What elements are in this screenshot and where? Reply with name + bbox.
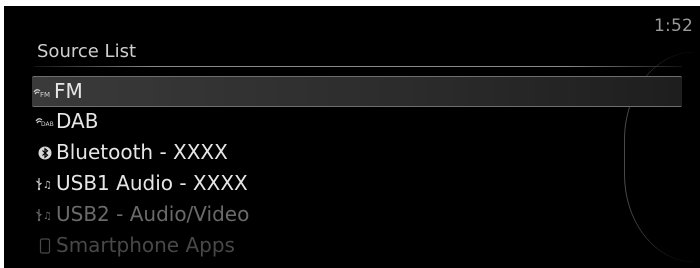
source-item-label: DAB bbox=[56, 109, 99, 133]
svg-text:FM: FM bbox=[40, 91, 50, 99]
fm-radio-icon: FM bbox=[32, 77, 54, 108]
svg-text:♫: ♫ bbox=[43, 180, 52, 191]
bluetooth-icon bbox=[34, 137, 56, 168]
usb-audio-icon: ♫ bbox=[34, 168, 56, 199]
svg-text:DAB: DAB bbox=[41, 121, 54, 128]
dab-radio-icon: DAB bbox=[34, 106, 56, 137]
clock: 1:52 bbox=[654, 16, 693, 36]
page-title: Source List bbox=[37, 41, 137, 62]
source-item-smartphone-apps[interactable]: Smartphone Apps bbox=[34, 230, 679, 261]
source-item-label: Bluetooth - XXXX bbox=[56, 140, 228, 164]
source-item-dab[interactable]: DAB DAB bbox=[34, 106, 679, 137]
infotainment-screen: 1:52 Source List FM FM DAB DAB Bluetooth… bbox=[0, 0, 700, 268]
source-item-label: FM bbox=[54, 79, 83, 103]
source-list-panel: 1:52 Source List FM FM DAB DAB Bluetooth… bbox=[4, 6, 700, 268]
title-divider bbox=[34, 66, 682, 67]
source-item-usb1-audio[interactable]: ♫ USB1 Audio - XXXX bbox=[34, 168, 679, 199]
svg-text:♫: ♫ bbox=[43, 211, 52, 222]
smartphone-icon bbox=[34, 230, 56, 261]
source-item-label: Smartphone Apps bbox=[56, 233, 235, 257]
usb-audio-icon: ♫ bbox=[34, 199, 56, 230]
source-item-label: USB2 - Audio/Video bbox=[56, 202, 250, 226]
source-item-usb2-audio-video[interactable]: ♫ USB2 - Audio/Video bbox=[34, 199, 679, 230]
source-item-fm[interactable]: FM FM bbox=[32, 76, 682, 107]
source-item-label: USB1 Audio - XXXX bbox=[56, 171, 248, 195]
source-item-bluetooth[interactable]: Bluetooth - XXXX bbox=[34, 137, 679, 168]
